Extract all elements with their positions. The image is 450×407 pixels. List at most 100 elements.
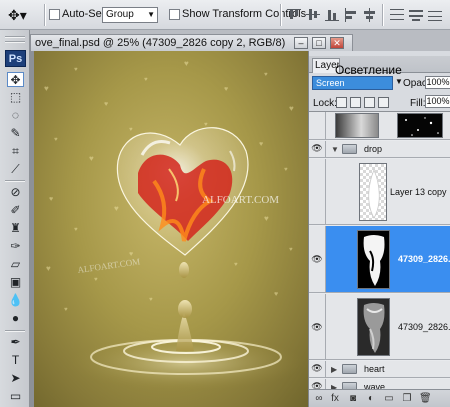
visibility-toggle[interactable]: 👁 bbox=[309, 226, 326, 292]
visibility-toggle[interactable] bbox=[309, 159, 326, 224]
lock-image-icon[interactable] bbox=[350, 97, 361, 108]
align-top-icon[interactable] bbox=[287, 8, 301, 22]
type-tool-icon[interactable]: T bbox=[7, 353, 24, 368]
layers-panel-footer: ∞ fx ◙ ◐ ▭ ❐ 🗑 bbox=[309, 389, 450, 407]
layer-mask-thumbnail bbox=[397, 113, 443, 138]
show-transform-checkbox[interactable] bbox=[169, 9, 180, 20]
document-titlebar[interactable]: ove_final.psd @ 25% (47309_2826 copy 2, … bbox=[30, 34, 353, 51]
maximize-button[interactable]: □ bbox=[312, 37, 326, 49]
fill-field[interactable]: 100% bbox=[425, 95, 450, 108]
visibility-toggle[interactable]: 👁 bbox=[309, 361, 326, 377]
visibility-toggle[interactable]: 👁 bbox=[309, 141, 326, 157]
svg-text:♥: ♥ bbox=[129, 127, 133, 133]
layers-panel: Layers Осветление Screen ▼ Opacity: 100%… bbox=[308, 51, 450, 407]
toolbox-grip[interactable] bbox=[5, 36, 25, 38]
fill-label: Fill: bbox=[410, 98, 426, 109]
healing-brush-tool-icon[interactable]: ⊘ bbox=[7, 185, 24, 200]
svg-text:♥: ♥ bbox=[284, 167, 288, 173]
svg-text:♥: ♥ bbox=[144, 77, 148, 83]
shape-tool-icon[interactable]: ▭ bbox=[7, 389, 24, 404]
eye-icon[interactable]: 👁 bbox=[311, 363, 323, 374]
distribute-vcenter-icon[interactable] bbox=[409, 8, 423, 22]
layer-row-selected[interactable]: 👁 47309_2826... bbox=[309, 226, 450, 293]
move-tool-preset-icon[interactable]: ✥▾ bbox=[8, 7, 36, 23]
history-brush-tool-icon[interactable]: ✑ bbox=[7, 239, 24, 254]
distribute-top-icon[interactable] bbox=[390, 8, 404, 22]
path-select-tool-icon[interactable]: ➤ bbox=[7, 371, 24, 386]
marquee-tool-icon[interactable]: ⬚ bbox=[7, 90, 24, 105]
separator bbox=[382, 4, 384, 26]
layer-row[interactable] bbox=[309, 112, 450, 140]
quick-select-tool-icon[interactable]: ✎ bbox=[7, 126, 24, 141]
toolbox: Ps ✥ ⬚ ◌ ✎ ⌗ ⟋ ⊘ ✐ ♜ ✑ ▱ ▣ 💧 ● ✒ T ➤ ▭ bbox=[0, 30, 30, 407]
eye-icon[interactable]: 👁 bbox=[311, 381, 323, 389]
lock-position-icon[interactable] bbox=[364, 97, 375, 108]
eye-icon[interactable]: 👁 bbox=[311, 254, 323, 265]
new-group-icon[interactable]: ▭ bbox=[383, 393, 395, 404]
distribute-bottom-icon[interactable] bbox=[428, 8, 442, 22]
svg-text:♥: ♥ bbox=[204, 122, 208, 128]
visibility-toggle[interactable]: 👁 bbox=[309, 379, 326, 389]
artwork-image: ♥♥♥ ♥♥♥ ♥♥♥ ♥♥♥ ♥♥♥ ♥♥♥ ♥♥♥ ♥♥♥ ♥♥ ALFOA… bbox=[44, 59, 304, 391]
eye-icon[interactable]: 👁 bbox=[311, 143, 323, 154]
svg-text:♥: ♥ bbox=[64, 307, 68, 313]
document-canvas[interactable]: ♥ ♥ ♥ ♥ ♥ ♥ ♥ ♥ ♥ ♥ ♥ ♥ ♥ ♥ ♥ ♥ ♥ ♥ ♥ ♥ ♥ ♥ ♥ ♥ ♥ ♥ ALFOA… bbox=[34, 51, 310, 407]
visibility-toggle[interactable] bbox=[309, 112, 326, 139]
eyedropper-tool-icon[interactable]: ⟋ bbox=[7, 162, 24, 177]
layer-row[interactable]: 👁 47309_2826... bbox=[309, 294, 450, 360]
lock-all-icon[interactable] bbox=[378, 97, 389, 108]
layer-row[interactable]: Layer 13 copy bbox=[309, 159, 450, 225]
chevron-down-icon: ▼ bbox=[147, 10, 155, 19]
lock-transparency-icon[interactable] bbox=[336, 97, 347, 108]
pen-tool-icon[interactable]: ✒ bbox=[7, 335, 24, 350]
chevron-down-icon[interactable]: ▼ bbox=[395, 77, 403, 86]
eraser-tool-icon[interactable]: ▱ bbox=[7, 257, 24, 272]
add-mask-icon[interactable]: ◙ bbox=[347, 393, 359, 404]
svg-text:♥: ♥ bbox=[89, 154, 94, 163]
expand-arrow-icon[interactable]: ▼ bbox=[331, 145, 339, 154]
svg-text:♥: ♥ bbox=[94, 277, 98, 283]
lock-label: Lock: bbox=[313, 98, 337, 109]
blur-tool-icon[interactable]: 💧 bbox=[7, 293, 24, 308]
link-layers-icon[interactable]: ∞ bbox=[313, 393, 325, 404]
align-bottom-icon[interactable] bbox=[325, 8, 339, 22]
separator bbox=[280, 4, 282, 26]
toolbox-grip[interactable] bbox=[5, 41, 25, 43]
crop-tool-icon[interactable]: ⌗ bbox=[7, 144, 24, 159]
layer-group-row[interactable]: 👁 ▶ wave bbox=[309, 379, 450, 389]
gradient-tool-icon[interactable]: ▣ bbox=[7, 275, 24, 290]
blend-mode-dropdown[interactable]: Screen bbox=[312, 76, 393, 90]
visibility-toggle[interactable]: 👁 bbox=[309, 294, 326, 359]
layer-group-row[interactable]: 👁 ▼ drop bbox=[309, 141, 450, 158]
svg-text:♥: ♥ bbox=[74, 67, 78, 73]
adjustment-layer-icon[interactable]: ◐ bbox=[365, 393, 377, 404]
move-tool-icon[interactable]: ✥ bbox=[7, 72, 24, 87]
align-vcenter-icon[interactable] bbox=[306, 8, 320, 22]
svg-text:♥: ♥ bbox=[44, 84, 49, 93]
svg-text:♥: ♥ bbox=[104, 101, 108, 108]
opacity-field[interactable]: 100% bbox=[425, 76, 450, 89]
align-hcenter-icon[interactable] bbox=[363, 8, 377, 22]
toolbox-divider bbox=[5, 180, 25, 182]
auto-select-checkbox[interactable] bbox=[49, 9, 60, 20]
layer-thumbnail bbox=[357, 230, 390, 289]
expand-arrow-icon[interactable]: ▶ bbox=[331, 365, 337, 374]
watermark-text: ALFOART.COM bbox=[77, 256, 141, 275]
clone-stamp-tool-icon[interactable]: ♜ bbox=[7, 221, 24, 236]
brush-tool-icon[interactable]: ✐ bbox=[7, 203, 24, 218]
lasso-tool-icon[interactable]: ◌ bbox=[7, 108, 24, 123]
layer-thumbnail bbox=[335, 113, 379, 138]
document-title: ove_final.psd @ 25% (47309_2826 copy 2, … bbox=[35, 37, 286, 49]
minimize-button[interactable]: – bbox=[294, 37, 308, 49]
layer-style-icon[interactable]: fx bbox=[329, 393, 341, 404]
layer-group-row[interactable]: 👁 ▶ heart bbox=[309, 361, 450, 378]
dodge-tool-icon[interactable]: ● bbox=[7, 311, 24, 326]
svg-text:♥: ♥ bbox=[234, 262, 238, 268]
close-button[interactable]: ✕ bbox=[330, 37, 344, 49]
align-left-icon[interactable] bbox=[344, 8, 358, 22]
svg-text:♥: ♥ bbox=[74, 227, 78, 233]
trash-icon[interactable]: 🗑 bbox=[419, 393, 432, 404]
eye-icon[interactable]: 👁 bbox=[311, 322, 323, 333]
auto-select-dropdown[interactable]: Group ▼ bbox=[102, 7, 158, 23]
new-layer-icon[interactable]: ❐ bbox=[401, 393, 413, 404]
